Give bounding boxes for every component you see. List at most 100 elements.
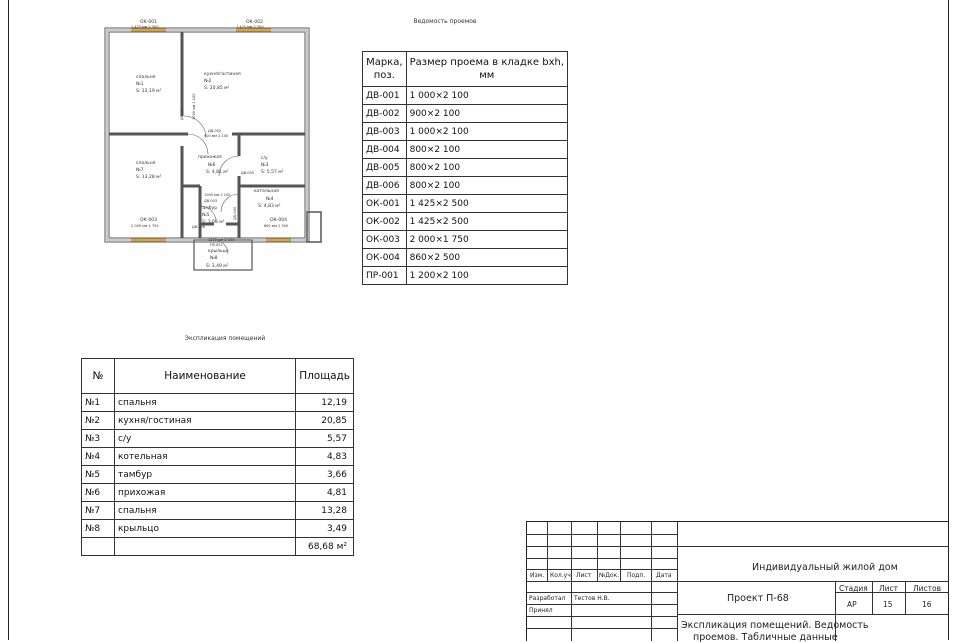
explication-title: Экспликация помещений — [184, 335, 266, 342]
table-row: ОК-002 1 425×2 500 — [362, 212, 569, 231]
table-row: №5 тамбур 3,66 — [81, 465, 354, 484]
stamp-sheet-title-line2: проемов. Табличные данные — [693, 632, 838, 643]
door-label-dv004: ДВ-004 — [233, 206, 237, 220]
stamp-stadiya-value: АР — [847, 600, 857, 609]
svg-text:S: 3,49 м²: S: 3,49 м² — [206, 263, 229, 269]
table-row: №7 спальня 13,28 — [81, 501, 354, 520]
table-row: ДВ-004 800×2 100 — [362, 140, 569, 159]
table-row: ОК-004 860×2 500 — [362, 248, 569, 267]
svg-text:ДВ-001: ДВ-001 — [180, 107, 184, 120]
svg-text:S: 4,81 м²: S: 4,81 м² — [206, 169, 229, 175]
svg-text:№7: №7 — [136, 167, 144, 173]
schedule-header-size: Размер проема в кладке bxh, мм — [405, 51, 569, 87]
window-size-ok004: 860 мм 2 500 — [264, 224, 288, 228]
table-row: ДВ-001 1 000×2 100 — [362, 86, 569, 105]
svg-text:ОК-004: ОК-004 — [270, 217, 287, 223]
window-label-ok003: ОК-003 — [140, 217, 157, 223]
table-row: ОК-003 2 000×1 750 — [362, 230, 569, 249]
svg-text:с/у: с/у — [261, 155, 268, 161]
stamp-col-izm: Изм. — [530, 572, 545, 579]
room-label-7: спальня №7 S: 13,28 м² — [136, 161, 162, 180]
table-row: ДВ-002 900×2 100 — [362, 104, 569, 123]
openings-schedule-table: Марка, поз. Размер проема в кладке bxh, мм… — [362, 51, 569, 285]
svg-text:крыльцо: крыльцо — [208, 249, 229, 254]
table-row: №2 кухня/гостиная 20,85 — [81, 411, 354, 430]
svg-text:№5: №5 — [202, 212, 210, 218]
svg-text:№1: №1 — [136, 81, 144, 87]
svg-text:ПР-001: ПР-001 — [210, 243, 223, 247]
room-label-2: кухня/гостиная №2 S: 20,85 м² — [204, 71, 241, 91]
svg-text:№3: №3 — [261, 162, 269, 168]
svg-text:ДВ-003: ДВ-003 — [204, 199, 217, 203]
door-size-dv001: 1000 мм 2 100 — [192, 94, 196, 120]
svg-text:прихожая: прихожая — [198, 155, 222, 160]
table-row: ДВ-005 800×2 100 — [362, 158, 569, 177]
stamp-col-list: Лист — [576, 572, 592, 579]
stamp-col-ndok: №Док. — [599, 572, 620, 579]
svg-text:S: 13,28 м²: S: 13,28 м² — [136, 174, 162, 180]
svg-text:1200 мм 2 100: 1200 мм 2 100 — [208, 238, 234, 242]
stamp-col-data: Дата — [656, 572, 672, 579]
stamp-stadiya-label: Стадия — [839, 584, 868, 593]
schedule-header-mark: Марка, поз. — [362, 51, 407, 87]
explication-total: 68,68 м² — [295, 537, 354, 556]
room-label-5: тамбур №5 S: 3,66 м² — [200, 205, 225, 225]
explication-header-num: № — [81, 358, 115, 394]
table-row: №3 с/у 5,57 — [81, 429, 354, 448]
room-label-3: с/у №3 S: 5,57 м² — [261, 155, 284, 175]
svg-text:№2: №2 — [204, 78, 212, 84]
svg-text:спальня: спальня — [136, 161, 156, 166]
svg-text:S: 5,57 м²: S: 5,57 м² — [261, 169, 284, 175]
stamp-listov-value: 16 — [922, 600, 932, 609]
svg-text:1 425 мм 2 500: 1 425 мм 2 500 — [236, 25, 264, 29]
rooms-explication-table: № Наименование Площадь №1 спальня 12,19 №2… — [81, 358, 354, 556]
stamp-razrabotal-name: Тестов Н.В. — [574, 595, 610, 602]
explication-total-row: 68,68 м² — [81, 537, 354, 556]
window-size-ok001: 1 425 мм 2 500 — [131, 25, 159, 29]
svg-text:860 мм 2 500: 860 мм 2 500 — [264, 224, 288, 228]
window-size-ok003: 2 000 мм 1 750 — [131, 224, 159, 228]
svg-text:ДВ-004: ДВ-004 — [233, 206, 237, 220]
explication-header-area: Площадь — [295, 358, 354, 394]
stamp-project-code: Проект П-68 — [727, 593, 789, 604]
room-label-1: спальня №1 S: 12,19 м² — [136, 75, 162, 94]
door-label-dv002: ДВ-002 — [208, 129, 221, 133]
svg-text:котельная: котельная — [254, 189, 279, 194]
svg-text:ДВ-002: ДВ-002 — [208, 129, 221, 133]
stamp-col-kol: Кол.уч. — [550, 572, 573, 579]
svg-text:№8: №8 — [210, 255, 218, 261]
svg-text:S: 20,85 м²: S: 20,85 м² — [204, 85, 230, 91]
door-label-pr001: ПР-001 — [210, 243, 223, 247]
room-label-4: котельная №4 S: 4,83 м² — [254, 189, 281, 209]
svg-text:ОК-003: ОК-003 — [140, 217, 157, 223]
door-label-dv001: ДВ-001 — [180, 107, 184, 120]
table-row: №1 спальня 12,19 — [81, 393, 354, 412]
svg-text:2 000 мм 1 750: 2 000 мм 1 750 — [131, 224, 159, 228]
stamp-list-label: Лист — [879, 584, 899, 593]
svg-text:ДВ-006: ДВ-006 — [192, 225, 205, 229]
room-label-8: крыльцо №8 S: 3,49 м² — [206, 249, 229, 269]
svg-text:спальня: спальня — [136, 75, 156, 80]
stamp-listov-label: Листов — [913, 584, 942, 593]
table-row: №6 прихожая 4,81 — [81, 483, 354, 502]
stamp-prinyal-label: Принял — [529, 607, 553, 614]
door-size-dv003: 1000 мм 2 100 — [204, 193, 230, 197]
svg-text:900 мм 2 100: 900 мм 2 100 — [204, 134, 228, 138]
stamp-razrabotal-label: Разработал — [529, 595, 566, 602]
svg-text:№4: №4 — [266, 196, 274, 202]
door-label-dv003: ДВ-003 — [204, 199, 217, 203]
svg-text:ДВ-005: ДВ-005 — [241, 171, 254, 175]
table-row: ОК-001 1 425×2 500 — [362, 194, 569, 213]
svg-text:S: 3,66 м²: S: 3,66 м² — [202, 219, 225, 225]
stamp-list-value: 15 — [883, 600, 893, 609]
svg-text:1000 мм 2 100: 1000 мм 2 100 — [204, 193, 230, 197]
drawing-sheet: ОК-001 1 425 мм 2 500 ОК-002 1 425 мм 2 … — [0, 0, 960, 643]
door-label-dv006: ДВ-006 — [192, 225, 205, 229]
table-row: №8 крыльцо 3,49 — [81, 519, 354, 538]
title-block: Изм. Кол.уч. Лист №Док. Подп. Дата Разра… — [526, 521, 949, 643]
window-label-ok004: ОК-004 — [270, 217, 287, 223]
table-row: №4 котельная 4,83 — [81, 447, 354, 466]
schedule-header-row: Марка, поз. Размер проема в кладке bxh, мм — [362, 51, 569, 87]
stamp-sheet-title-line1: Экспликация помещений. Ведомость — [681, 620, 869, 631]
room-label-6: прихожая №6 S: 4,81 м² — [198, 155, 229, 175]
